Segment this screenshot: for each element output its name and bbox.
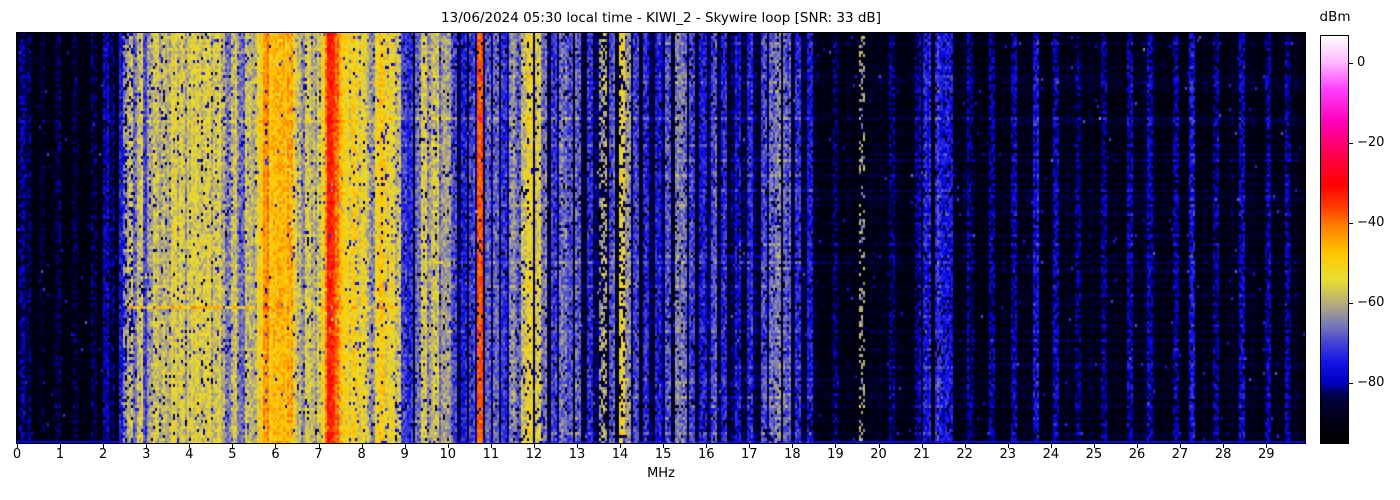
x-tick-label: 0 <box>12 447 22 462</box>
x-tick-label: 22 <box>956 447 973 462</box>
x-tick-label: 11 <box>482 447 500 462</box>
x-tick-label: 8 <box>357 447 366 462</box>
colorbar-tick-label: −20 <box>1357 135 1385 150</box>
x-tick-label: 4 <box>185 447 194 462</box>
colorbar-tick-mark <box>1349 383 1353 384</box>
x-tick-label: 9 <box>400 447 409 462</box>
colorbar-tick-mark <box>1349 63 1353 64</box>
x-tick-label: 13 <box>568 447 586 462</box>
chart-title: 13/06/2024 05:30 local time - KIWI_2 - S… <box>441 10 881 26</box>
x-tick-label: 12 <box>525 447 543 462</box>
x-tick-label: 27 <box>1171 447 1189 462</box>
x-tick-label: 5 <box>228 447 237 462</box>
x-tick-label: 10 <box>439 447 457 462</box>
x-tick-label: 14 <box>611 447 629 462</box>
colorbar-tick-label: −80 <box>1357 375 1385 390</box>
colorbar-tick-mark <box>1349 223 1353 224</box>
x-tick-label: 18 <box>784 447 801 462</box>
x-tick-label: 29 <box>1257 447 1275 462</box>
spectrogram-canvas <box>17 33 1305 443</box>
colorbar-label: dBm <box>1319 9 1351 25</box>
x-tick-label: 28 <box>1214 447 1232 462</box>
x-tick-label: 23 <box>999 447 1017 462</box>
x-tick-label: 25 <box>1085 447 1103 462</box>
spectrogram-figure: 13/06/2024 05:30 local time - KIWI_2 - S… <box>0 0 1400 500</box>
x-tick-label: 3 <box>142 447 151 462</box>
x-tick-label: 7 <box>314 447 323 462</box>
x-tick-label: 6 <box>271 447 280 462</box>
x-axis-label: MHz <box>647 466 675 481</box>
x-tick-label: 26 <box>1128 447 1146 462</box>
x-tick-label: 16 <box>697 447 715 462</box>
x-tick-label: 1 <box>55 447 65 462</box>
colorbar-tick-label: −40 <box>1357 215 1385 230</box>
x-tick-label: 24 <box>1042 447 1060 462</box>
x-tick-label: 21 <box>913 447 930 462</box>
x-tick-label: 19 <box>827 447 844 462</box>
x-tick-label: 20 <box>870 447 887 462</box>
x-tick-label: 2 <box>99 447 108 462</box>
colorbar-tick-label: 0 <box>1357 55 1366 70</box>
x-tick-label: 15 <box>654 447 672 462</box>
colorbar <box>1320 35 1349 444</box>
x-tick-label: 17 <box>741 447 758 462</box>
colorbar-tick-label: −60 <box>1357 295 1385 310</box>
colorbar-tick-mark <box>1349 303 1353 304</box>
colorbar-tick-mark <box>1349 143 1353 144</box>
